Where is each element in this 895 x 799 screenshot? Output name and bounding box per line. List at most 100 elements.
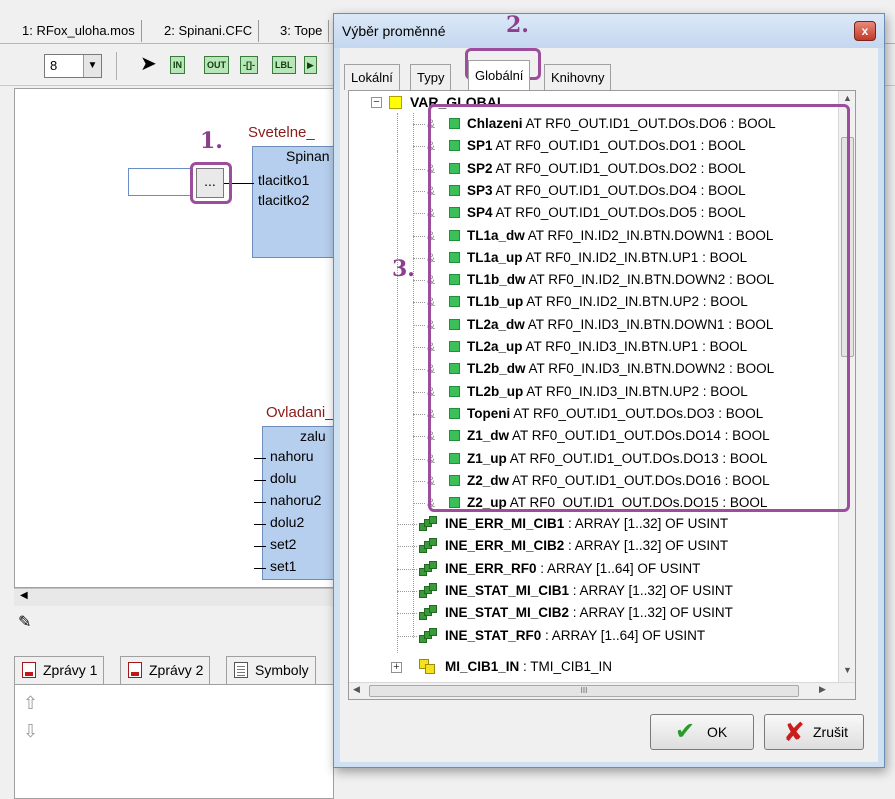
file-tab-topeni[interactable]: 3: Tope (274, 20, 330, 42)
output-block-icon[interactable]: OUT (204, 56, 229, 74)
ok-label: OK (707, 724, 728, 740)
tree-line (413, 413, 425, 415)
cross-icon: ✘ (783, 717, 805, 747)
close-icon[interactable]: x (854, 21, 876, 41)
ok-button[interactable]: ✔ OK (650, 714, 754, 750)
tree-line (413, 235, 425, 237)
tree-line (413, 391, 425, 393)
array-icon (419, 516, 437, 532)
tab-lokalni[interactable]: Lokální (344, 64, 400, 90)
tab-zpravy-1[interactable]: Zprávy 1 (14, 656, 105, 684)
scroll-thumb[interactable]: III (369, 685, 799, 697)
step-marker-2: 2. (506, 12, 529, 38)
variable-name: INE_STAT_MI_CIB2 (445, 605, 570, 621)
arrow-up-icon[interactable]: ⇧ (23, 693, 38, 714)
highlight-bool-variables (428, 104, 850, 512)
input-block-icon[interactable]: IN (170, 56, 185, 74)
dialog-titlebar[interactable]: Výběr proměnné x (334, 14, 884, 48)
file-tab-rfox[interactable]: 1: RFox_uloha.mos (16, 20, 142, 42)
input-connector-box[interactable] (128, 168, 192, 196)
array-icon (419, 538, 437, 554)
step-marker-1: 1. (200, 128, 223, 154)
scroll-left-icon[interactable]: ◀ (20, 590, 28, 601)
tree-line (397, 113, 398, 653)
zoom-select[interactable]: 8 ▼ (44, 54, 102, 78)
tree-line (413, 146, 425, 148)
cancel-label: Zrušit (813, 724, 848, 740)
pin-tlacitko2[interactable]: tlacitko2 (258, 192, 309, 208)
pin-dolu[interactable]: dolu (270, 470, 296, 486)
array-icon (419, 582, 437, 599)
pin-tlacitko1[interactable]: tlacitko1 (258, 172, 309, 188)
cancel-button[interactable]: ✘ Zrušit (764, 714, 864, 750)
arrow-tool-icon[interactable]: ➤ (140, 54, 157, 74)
file-tab-spinani[interactable]: 2: Spinani.CFC (158, 20, 260, 42)
pin-set1[interactable]: set1 (270, 558, 296, 574)
scroll-right-icon[interactable]: ▶ (819, 684, 826, 695)
tab-knihovny[interactable]: Knihovny (544, 64, 612, 90)
label-icon[interactable]: LBL (272, 56, 296, 74)
variable-name: INE_ERR_RF0 (445, 560, 537, 576)
zoom-value: 8 (50, 58, 58, 73)
variable-detail: : ARRAY [1..32] OF USINT (564, 516, 729, 531)
block-name: Spinan (286, 148, 330, 164)
tree-line (397, 568, 417, 570)
connection-line (254, 458, 266, 459)
highlight-browse-button (190, 162, 232, 204)
tree-line (413, 124, 425, 125)
tree-line (413, 436, 425, 438)
tab-label: Zprávy 2 (149, 662, 204, 678)
canvas-horizontal-scrollbar[interactable]: ◀ (14, 588, 334, 606)
array-icon (419, 627, 437, 644)
box-icon[interactable]: -[]- (240, 56, 258, 74)
tab-typy[interactable]: Typy (410, 64, 452, 90)
variable-name: INE_STAT_MI_CIB1 (445, 582, 570, 598)
tab-globalni[interactable]: Globální (468, 60, 531, 90)
tree-line (413, 347, 425, 348)
array-icon (419, 605, 437, 621)
block-title-svetelne: Svetelne_ (248, 124, 315, 141)
tree-line (413, 458, 425, 460)
connection-line (254, 502, 266, 503)
tree-horizontal-scrollbar[interactable]: ◀ III ▶ (349, 682, 855, 699)
folder-icon (389, 96, 402, 109)
tab-zpravy-2[interactable]: Zprávy 2 (120, 656, 211, 684)
tree-line (413, 480, 425, 482)
document-icon (22, 662, 36, 678)
collapse-icon[interactable]: − (371, 97, 382, 108)
status-row: ✎ (14, 610, 334, 638)
pin-nahoru[interactable]: nahoru (270, 448, 314, 464)
pencil-icon: ✎ (18, 614, 32, 631)
pin-nahoru2[interactable]: nahoru2 (270, 492, 321, 508)
block-name: zalu (300, 428, 326, 444)
table-icon (234, 662, 248, 678)
variable-detail: : ARRAY [1..64] OF USINT (541, 627, 706, 643)
block-title-ovladani: Ovladani_ (266, 404, 334, 421)
structure-icon (419, 659, 437, 675)
scroll-down-icon[interactable]: ▼ (839, 665, 855, 681)
dialog-title: Výběr proměnné (342, 23, 446, 39)
array-icon (419, 560, 437, 577)
tree-line (413, 324, 425, 326)
toolbar-separator (116, 52, 117, 80)
pin-set2[interactable]: set2 (270, 536, 296, 552)
scroll-left-icon[interactable]: ◀ (353, 684, 360, 695)
pin-dolu2[interactable]: dolu2 (270, 514, 304, 530)
connection-line (254, 568, 266, 569)
tree-line (397, 546, 417, 548)
tree-line (413, 168, 425, 170)
chevron-down-icon[interactable]: ▼ (83, 55, 101, 77)
message-output-area[interactable]: ⇧ ⇩ (14, 684, 334, 799)
arrow-down-icon[interactable]: ⇩ (23, 721, 38, 742)
tree-line (397, 590, 417, 592)
expand-icon[interactable]: + (391, 662, 402, 673)
variable-name: INE_STAT_RF0 (445, 627, 542, 643)
tree-line (413, 190, 425, 192)
document-icon (128, 662, 142, 678)
jump-icon[interactable]: ▶ (304, 56, 317, 74)
tree-line (397, 613, 417, 615)
variable-name: INE_ERR_MI_CIB1 (445, 516, 565, 531)
tab-label: Zprávy 1 (43, 662, 98, 678)
step-marker-3: 3. (392, 256, 415, 282)
tab-symboly[interactable]: Symboly (226, 656, 316, 684)
